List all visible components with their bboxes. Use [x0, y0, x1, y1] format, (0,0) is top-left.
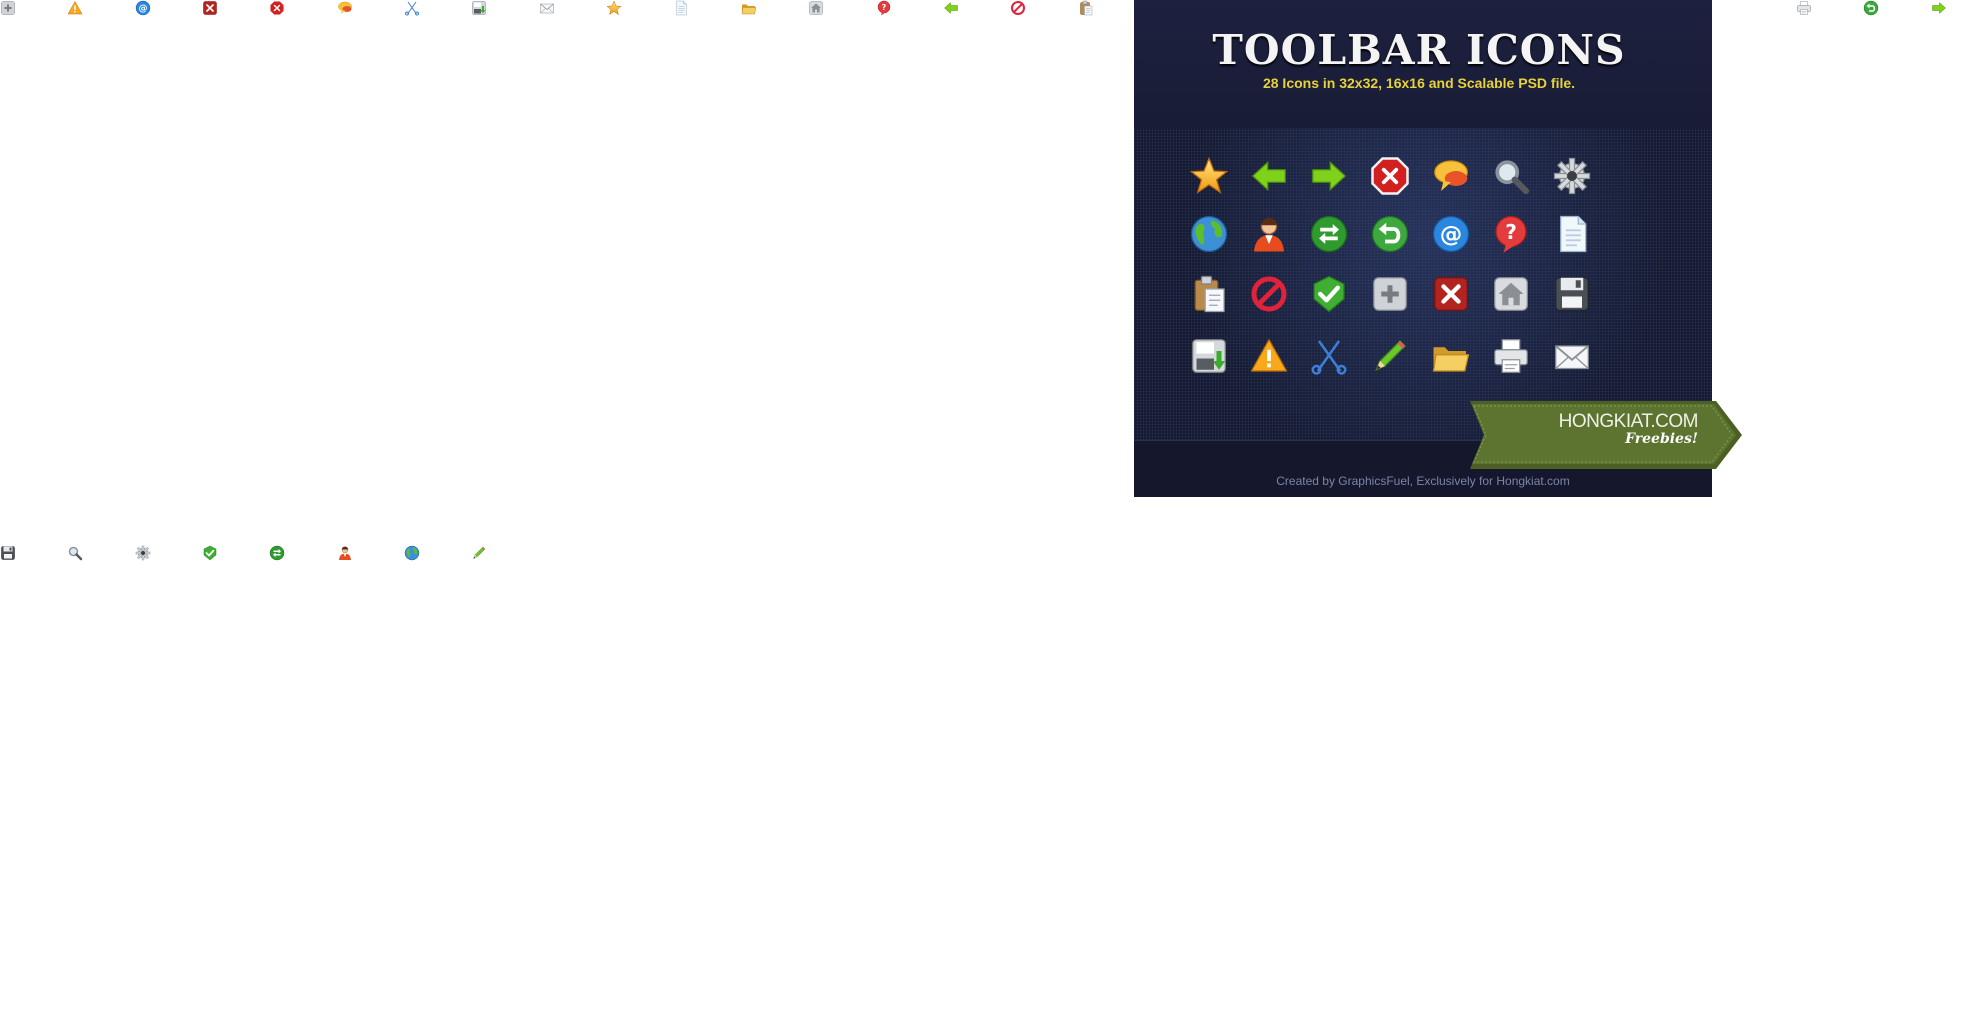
ribbon-tag: Freebies!: [1625, 431, 1698, 447]
svg-text:@: @: [139, 4, 148, 14]
scissors-icon: [1309, 336, 1349, 376]
refresh-icon: [1309, 214, 1349, 254]
add-icon: [1370, 274, 1410, 314]
panel-subtitle: 28 Icons in 32x32, 16x16 and Scalable PS…: [1262, 75, 1576, 91]
pencil-icon: [1370, 336, 1410, 376]
scissors-icon: [404, 0, 420, 16]
undo-icon: [1863, 0, 1879, 16]
globe-icon: [1189, 214, 1229, 254]
delete-square-icon: [202, 0, 218, 16]
svg-text:@: @: [1440, 222, 1463, 248]
printer-icon: [1491, 336, 1531, 376]
gear-icon: [135, 545, 151, 561]
ribbon-brand: HONGKIAT.COM: [1558, 411, 1699, 432]
pencil-icon: [471, 545, 487, 561]
arrow-right-icon: [1931, 0, 1947, 16]
stop-icon: [1370, 156, 1410, 196]
panel-title: TOOLBAR ICONS: [1212, 26, 1626, 74]
document-icon: [673, 0, 689, 16]
save-download-icon: [471, 0, 487, 16]
user-icon: [337, 545, 353, 561]
check-icon: [202, 545, 218, 561]
home-icon: [808, 0, 824, 16]
folder-icon: [741, 0, 757, 16]
chat-bubble-icon: [337, 0, 353, 16]
globe-icon: [404, 545, 420, 561]
warning-icon: [1249, 336, 1289, 376]
svg-text:?: ?: [882, 3, 887, 12]
home-icon: [1491, 274, 1531, 314]
search-icon: [67, 545, 83, 561]
gear-icon: [1552, 156, 1592, 196]
mail-icon: [539, 0, 555, 16]
block-icon: [1010, 0, 1026, 16]
help-icon: ?: [876, 0, 892, 16]
printer-icon: [1796, 0, 1812, 16]
clipboard-icon: [1189, 274, 1229, 314]
star-icon: [1189, 156, 1229, 196]
chat-bubble-icon: [1431, 156, 1471, 196]
mail-icon: [1552, 336, 1592, 376]
arrow-left-icon: [1249, 156, 1289, 196]
add-icon: [0, 0, 16, 16]
svg-text:?: ?: [1505, 220, 1517, 244]
email-at-icon: @: [1431, 214, 1471, 254]
folder-icon: [1431, 336, 1471, 376]
clipboard-icon: [1078, 0, 1094, 16]
document-icon: [1552, 214, 1592, 254]
refresh-icon: [269, 545, 285, 561]
floppy-disk-icon: [1552, 274, 1592, 314]
save-download-icon: [1189, 336, 1229, 376]
delete-square-icon: [1431, 274, 1471, 314]
star-icon: [606, 0, 622, 16]
stop-icon: [269, 0, 285, 16]
search-icon: [1491, 156, 1531, 196]
arrow-left-icon: [943, 0, 959, 16]
undo-icon: [1370, 214, 1410, 254]
warning-icon: [67, 0, 83, 16]
floppy-disk-icon: [0, 545, 16, 561]
check-icon: [1309, 274, 1349, 314]
panel-credit: Created by GraphicsFuel, Exclusively for…: [1276, 474, 1570, 488]
email-at-icon: @: [135, 0, 151, 16]
user-icon: [1249, 214, 1289, 254]
arrow-right-icon: [1309, 156, 1349, 196]
help-icon: ?: [1491, 214, 1531, 254]
block-icon: [1249, 274, 1289, 314]
